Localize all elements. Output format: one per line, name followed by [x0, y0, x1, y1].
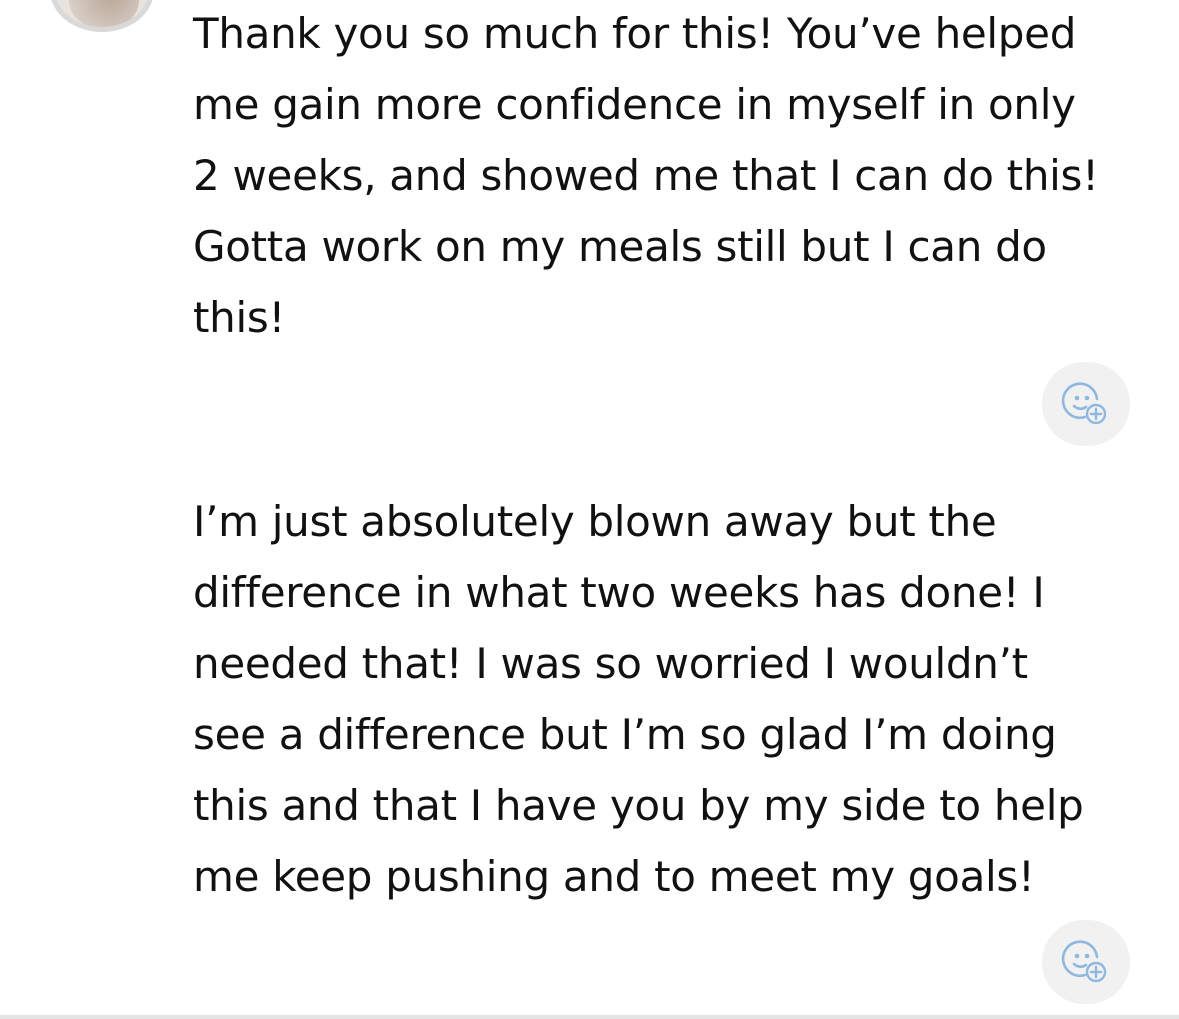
message-thread: Thank you so much for this! You’ve helpe… — [0, 0, 1179, 1019]
add-reaction-button[interactable] — [1042, 920, 1130, 1004]
add-reaction-button[interactable] — [1042, 362, 1130, 446]
add-reaction-icon — [1061, 937, 1111, 987]
add-reaction-icon — [1061, 379, 1111, 429]
message-text: Thank you so much for this! You’ve helpe… — [193, 9, 1099, 342]
divider — [0, 1015, 1179, 1019]
message-text: I’m just absolutely blown away but the d… — [193, 497, 1084, 901]
avatar-photo — [69, 0, 139, 27]
avatar[interactable] — [50, 0, 154, 32]
